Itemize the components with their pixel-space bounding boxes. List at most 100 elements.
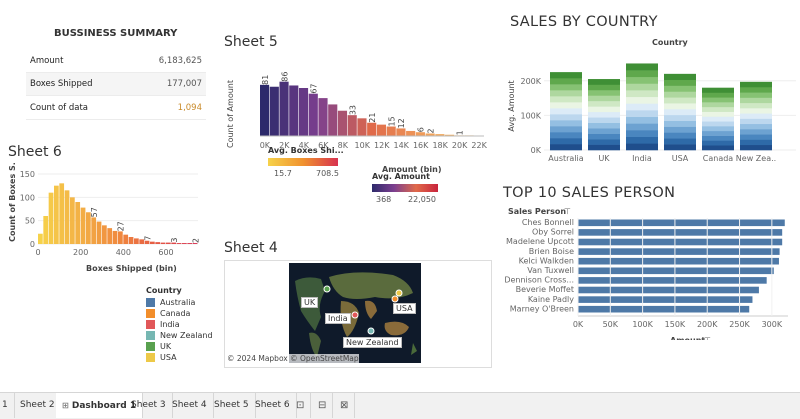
sheet6-bar[interactable] (107, 228, 113, 244)
sheet5-bar[interactable] (367, 122, 377, 136)
country-legend-item[interactable]: Australia (146, 297, 213, 308)
sheet6-bar[interactable] (160, 242, 166, 244)
summary-label: Boxes Shipped (30, 79, 93, 89)
top10-bar[interactable] (578, 229, 783, 236)
tab-sheet-4[interactable]: Sheet 4 (166, 393, 214, 418)
map-marker-uk[interactable] (323, 285, 331, 293)
map-marker-usa[interactable] (395, 289, 403, 297)
country-legend-item[interactable]: USA (146, 352, 213, 363)
sheet6-bar[interactable] (91, 217, 97, 244)
top10-bar[interactable] (578, 296, 753, 303)
sheet6-bar[interactable] (59, 183, 65, 244)
bar-segment (588, 89, 620, 96)
top10-bar[interactable] (578, 277, 767, 284)
bar-segment (702, 126, 734, 132)
sales-by-country-bar[interactable] (550, 72, 582, 151)
sheet6-bar[interactable] (80, 207, 86, 244)
sheet5-bar[interactable] (376, 124, 387, 136)
sheet6-bar[interactable] (150, 241, 155, 244)
sheet6-data-label: 57 (90, 207, 99, 217)
bar-segment (588, 117, 620, 124)
sheet6-bar[interactable] (118, 231, 123, 244)
country-legend-item[interactable]: UK (146, 341, 213, 352)
sort-icon[interactable]: ⊤ (704, 336, 711, 340)
new-dashboard-icon[interactable]: ⊟ (312, 393, 334, 418)
sheet5-data-label: 81 (261, 75, 270, 85)
new-story-icon[interactable]: ⊠ (334, 393, 356, 418)
map-marker-australia[interactable] (391, 295, 399, 303)
sales-by-country-bar[interactable] (702, 87, 734, 151)
tab-sheet-2[interactable]: Sheet 2 (14, 393, 62, 418)
sheet6-bar[interactable] (48, 192, 54, 244)
tab-nav-first[interactable]: 1 (0, 393, 15, 418)
bar-segment (740, 102, 772, 109)
sales-by-country-bar[interactable] (664, 73, 696, 151)
sheet6-bar[interactable] (155, 242, 161, 244)
world-map[interactable] (225, 261, 491, 367)
sheet6-bar[interactable] (96, 221, 102, 244)
sheet6-bar[interactable] (123, 234, 129, 244)
sheet5-data-label: 33 (349, 105, 358, 115)
bar-segment (626, 123, 658, 131)
sheet6-bar[interactable] (102, 225, 107, 244)
sheet5-bar[interactable] (337, 110, 348, 136)
sheet5-bar[interactable] (328, 104, 338, 136)
sheet5-bar[interactable] (386, 126, 396, 136)
sheet5-bar[interactable] (279, 81, 289, 136)
sheet6-bar[interactable] (75, 202, 81, 244)
sheet5-bar[interactable] (289, 85, 299, 136)
sheet6-bar[interactable] (70, 197, 75, 244)
sheet6-bar[interactable] (176, 243, 182, 244)
sheet5-bar[interactable] (308, 93, 318, 136)
sheet6-ytick: 150 (20, 170, 35, 179)
sales-by-country-chart[interactable]: Avg. Amount 0K 100K 200K Australia UK India USA… (500, 46, 800, 172)
sales-by-country-bar[interactable] (740, 81, 772, 151)
sheet5-bar[interactable] (357, 118, 367, 136)
sheet5-bar[interactable] (298, 88, 309, 136)
top10-bar[interactable] (578, 305, 750, 313)
top10-person-label: Oby Sorrel (532, 228, 574, 237)
sheet5-color-legend: Avg. Boxes Shi... 15.7 708.5 (268, 146, 378, 178)
sheet6-bar[interactable] (54, 185, 59, 244)
sheet6-bar[interactable] (43, 216, 49, 244)
bar-segment (664, 138, 696, 145)
top10-bar[interactable] (578, 257, 779, 265)
map-marker-new-zealand[interactable] (367, 327, 375, 335)
sheet5-bar[interactable] (347, 115, 357, 136)
sheet6-bar[interactable] (112, 230, 118, 244)
sales-by-country-xtick: UK (598, 154, 610, 163)
top10-bar[interactable] (578, 286, 759, 294)
country-legend-item[interactable]: New Zealand (146, 330, 213, 341)
country-legend-item[interactable]: India (146, 319, 213, 330)
sales-by-country-bar[interactable] (626, 63, 658, 151)
bar-segment (740, 97, 772, 104)
sheet6-bar[interactable] (38, 233, 43, 244)
sheet5-bar[interactable] (260, 84, 270, 136)
map-credit[interactable]: © 2024 Mapbox © OpenStreetMap (227, 354, 359, 363)
sheet6-bar[interactable] (64, 190, 70, 244)
sales-by-country-bar[interactable] (588, 79, 620, 151)
top10-bar[interactable] (578, 219, 785, 227)
map-marker-india[interactable] (351, 311, 359, 319)
new-worksheet-icon[interactable]: ⊡ (290, 393, 312, 418)
top10-chart[interactable]: Sales Person⊤Ches BonnellOby SorrelMadel… (500, 204, 800, 340)
top10-bar[interactable] (578, 248, 780, 255)
sheet6-title: Sheet 6 (8, 144, 62, 160)
top10-bar[interactable] (578, 238, 783, 246)
country-legend-item[interactable]: Canada (146, 308, 213, 319)
sheet6-bar[interactable] (134, 238, 139, 244)
top10-xtick: 250K (729, 320, 750, 329)
sheet5-bar[interactable] (318, 98, 328, 136)
sheet5-bar[interactable] (406, 130, 416, 136)
bar-segment (550, 132, 582, 139)
top10-bar[interactable] (578, 267, 774, 275)
filter-icon[interactable]: ⊤ (564, 207, 571, 216)
sheet6-chart[interactable]: Count of Boxes S. 0 50 100 150 57 27 7 3 2 0 200 400… (6, 162, 206, 274)
sheet5-bar[interactable] (269, 86, 279, 136)
sheet5-bar[interactable] (396, 128, 406, 136)
sheet6-bar[interactable] (182, 243, 187, 244)
legend-label: Australia (160, 298, 196, 307)
top10-person-label: Marney O'Breen (510, 304, 574, 313)
sheet6-bar[interactable] (128, 237, 134, 244)
bar-segment (588, 133, 620, 140)
